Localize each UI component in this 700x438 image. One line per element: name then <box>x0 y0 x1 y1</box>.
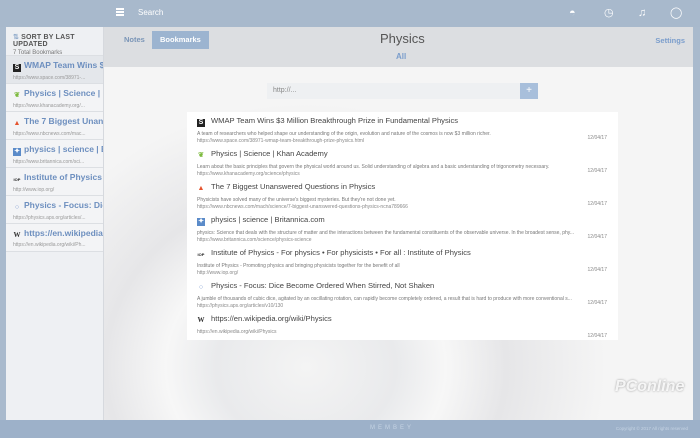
add-bookmark-button[interactable]: + <box>520 83 538 99</box>
sidebar-item-url: https://www.nbcnews.com/mac... <box>13 131 86 137</box>
bookmark-row[interactable]: S WMAP Team Wins $3 Million Breakthrough … <box>187 112 618 145</box>
favicon-icon: ▲ <box>197 185 205 192</box>
sidebar-bookmark-item[interactable]: ▲The 7 Biggest Unans... https://www.nbcne… <box>6 112 103 140</box>
bookmark-list: S WMAP Team Wins $3 Million Breakthrough … <box>187 112 618 340</box>
bookmark-date: 12/04/17 <box>587 267 607 273</box>
favicon-icon: IOP <box>197 252 205 257</box>
filter-all[interactable]: All <box>396 52 406 61</box>
bookmark-date: 12/04/17 <box>587 168 607 174</box>
bookmark-date: 12/04/17 <box>587 201 607 207</box>
sidebar-item-title: WMAP Team Wins $... <box>24 60 103 70</box>
page-title: Physics <box>380 31 425 46</box>
favicon-icon: S <box>197 119 205 127</box>
favicon-icon: ❦ <box>14 92 20 99</box>
bookmark-url[interactable]: https://www.space.com/38971-wmap-team-br… <box>197 138 618 144</box>
copyright: Copyright © 2017 All rights reserved <box>615 426 688 431</box>
search-button[interactable]: Search <box>138 8 163 17</box>
bookmark-date: 12/04/17 <box>587 234 607 240</box>
sidebar-bookmark-item[interactable]: ○ Physics - Focus: Dic... https://physics.… <box>6 196 103 224</box>
footer: MEMBEY Copyright © 2017 All rights reser… <box>0 420 700 438</box>
sidebar-item-title: The 7 Biggest Unans... <box>24 116 103 126</box>
favicon-icon: ✦ <box>197 218 205 226</box>
bookmark-row[interactable]: ▲ The 7 Biggest Unanswered Questions in P… <box>187 178 618 211</box>
favicon-icon: ✦ <box>13 148 21 156</box>
bookmark-title[interactable]: https://en.wikipedia.org/wiki/Physics <box>211 314 332 323</box>
favicon-icon: IOP <box>13 177 21 182</box>
bookmark-title[interactable]: WMAP Team Wins $3 Million Breakthrough P… <box>211 116 458 125</box>
bookmark-date: 12/04/17 <box>587 300 607 306</box>
favicon-icon: ○ <box>14 204 20 211</box>
sidebar-item-url: https://en.wikipedia.org/wiki/Ph... <box>13 242 86 248</box>
sidebar-item-title: Institute of Physics -... <box>24 172 103 182</box>
sort-label[interactable]: SORT BY LAST UPDATED <box>13 34 75 48</box>
sidebar-item-title: Physics | Science | K... <box>24 88 103 98</box>
sort-icon: ⇅ <box>13 34 20 41</box>
dashboard-icon[interactable]: ◓ <box>569 7 576 19</box>
bookmark-row[interactable]: IOP Institute of Physics - For physics • … <box>187 244 618 277</box>
menu-icon[interactable] <box>116 8 124 16</box>
bookmark-url[interactable]: https://www.nbcnews.com/mach/science/7-b… <box>197 204 618 210</box>
bookmark-row[interactable]: ❦ Physics | Science | Khan Academy Learn a… <box>187 145 618 178</box>
sidebar-item-url: http://www.iop.org/ <box>13 187 55 193</box>
bookmark-description: A team of researchers who helped shape o… <box>197 131 491 137</box>
bookmark-row[interactable]: ○ Physics - Focus: Dice Become Ordered Wh… <box>187 277 618 310</box>
main-panel: Notes Bookmarks Physics All Settings htt… <box>104 27 693 420</box>
bookmark-description: Learn about the basic principles that go… <box>197 164 550 170</box>
url-input[interactable]: http://... <box>267 83 520 99</box>
sidebar-item-url: https://physics.aps.org/articles/... <box>13 215 86 221</box>
bookmark-title[interactable]: Physics - Focus: Dice Become Ordered Whe… <box>211 281 434 290</box>
bookmark-row[interactable]: Whttps://en.wikipedia.org/wiki/Physics ht… <box>187 310 618 343</box>
clock-icon[interactable]: ◷ <box>604 7 614 19</box>
sidebar-bookmark-item[interactable]: ✦physics | science | B... https://www.bri… <box>6 140 103 168</box>
bookmark-sidebar: ⇅ SORT BY LAST UPDATED 7 Total Bookmarks … <box>6 27 104 420</box>
bookmark-row[interactable]: ✦ physics | science | Britannica.com physi… <box>187 211 618 244</box>
sidebar-bookmark-item[interactable]: S WMAP Team Wins $... https://www.space.co… <box>6 56 103 84</box>
favicon-icon: W <box>197 316 205 324</box>
favicon-icon: ▲ <box>13 120 21 127</box>
bookmark-description: physics: Science that deals with the str… <box>197 230 575 236</box>
bookmark-description: A jumble of thousands of cubic dice, agi… <box>197 296 572 302</box>
bookmark-date: 12/04/17 <box>587 135 607 141</box>
sort-control[interactable]: ⇅ SORT BY LAST UPDATED 7 Total Bookmarks <box>6 27 103 56</box>
bookmark-title[interactable]: The 7 Biggest Unanswered Questions in Ph… <box>211 182 375 191</box>
tab-notes[interactable]: Notes <box>116 31 153 49</box>
settings-link[interactable]: Settings <box>655 36 685 45</box>
favicon-icon: S <box>13 64 21 72</box>
sidebar-item-title: https://en.wikipedia... <box>24 228 103 238</box>
footer-logo: MEMBEY <box>370 425 415 431</box>
sidebar-bookmark-item[interactable]: ❦ Physics | Science | K... https://www.kha… <box>6 84 103 112</box>
sidebar-item-url: https://www.khanacademy.org/... <box>13 103 85 109</box>
sidebar-bookmark-item[interactable]: IOPInstitute of Physics -... http://www.i… <box>6 168 103 196</box>
chat-icon[interactable]: ◯ <box>670 7 682 19</box>
bell-icon[interactable]: ♫ <box>638 7 646 19</box>
top-bar: Search ◓ ◷ ♫ ◯ <box>0 0 700 27</box>
bookmark-date: 12/04/17 <box>587 333 607 339</box>
bookmark-description: Physicists have solved many of the unive… <box>197 197 396 203</box>
favicon-icon: ❦ <box>198 152 204 159</box>
sidebar-item-url: https://www.britannica.com/sci... <box>13 159 85 165</box>
bookmark-url[interactable]: https://physics.aps.org/articles/v10/130 <box>197 303 618 309</box>
bookmark-title[interactable]: physics | science | Britannica.com <box>211 215 325 224</box>
bookmark-title[interactable]: Institute of Physics - For physics • For… <box>211 248 471 257</box>
bookmark-title[interactable]: Physics | Science | Khan Academy <box>211 149 328 158</box>
bookmark-url[interactable]: https://en.wikipedia.org/wiki/Physics <box>197 329 618 335</box>
sidebar-item-title: Physics - Focus: Dic... <box>24 200 103 210</box>
bookmark-description: Institute of Physics - Promoting physics… <box>197 263 400 269</box>
bookmark-url[interactable]: https://www.britannica.com/science/physi… <box>197 237 618 243</box>
favicon-icon: ○ <box>198 284 204 291</box>
bookmark-url[interactable]: http://www.iop.org/ <box>197 270 618 276</box>
bookmark-url[interactable]: https://www.khanacademy.org/science/phys… <box>197 171 618 177</box>
watermark: PConline <box>615 378 685 395</box>
page-header: Notes Bookmarks Physics All Settings <box>104 27 693 67</box>
sidebar-item-url: https://www.space.com/38971-... <box>13 75 86 81</box>
sidebar-bookmark-item[interactable]: Whttps://en.wikipedia... https://en.wikip… <box>6 224 103 252</box>
tab-bookmarks[interactable]: Bookmarks <box>152 31 209 49</box>
favicon-icon: W <box>13 231 21 239</box>
sidebar-item-title: physics | science | B... <box>24 144 103 154</box>
